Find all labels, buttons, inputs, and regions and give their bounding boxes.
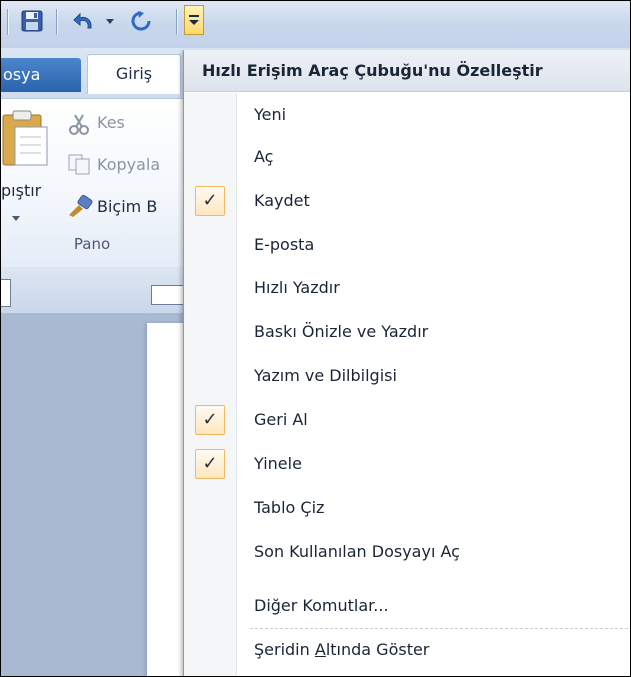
label-text: er Komutlar... — [280, 596, 389, 615]
menu-item-save[interactable]: ✓ Kaydet — [184, 181, 630, 221]
title-bar — [1, 1, 630, 48]
paste-label[interactable]: pıştır — [1, 181, 41, 200]
undo-dropdown-icon[interactable] — [102, 6, 118, 36]
menu-item-open-recent[interactable]: Son Kullanılan Dosyayı Aç — [184, 532, 630, 572]
menu-item-label: Yazım ve Dilbilgisi — [254, 366, 397, 385]
menu-item-label: Yeni — [254, 105, 287, 124]
menu-item-open[interactable]: Aç — [184, 137, 630, 177]
customize-qat-button[interactable] — [184, 5, 204, 35]
menu-item-label: Yinele — [254, 454, 302, 473]
tab-file[interactable]: osya — [1, 58, 81, 92]
copy-button[interactable]: Kopyala — [97, 155, 160, 174]
menu-item-label: Son Kullanılan Dosyayı Aç — [254, 542, 460, 561]
menu-item-quick-print[interactable]: Hızlı Yazdır — [184, 268, 630, 308]
paste-icon[interactable] — [1, 109, 51, 169]
menu-item-label: Diğer Komutlar... — [254, 586, 389, 626]
menu-item-redo[interactable]: ✓ Yinele — [184, 444, 630, 484]
paste-dropdown-icon[interactable] — [11, 207, 21, 226]
label-text: Şeridin — [254, 640, 315, 659]
menu-item-show-below-ribbon[interactable]: Şeridin Altında Göster — [184, 630, 630, 670]
customize-qat-icon — [189, 15, 199, 25]
menu-item-new[interactable]: Yeni — [184, 95, 630, 135]
menu-item-label: Tablo Çiz — [254, 498, 325, 517]
label-text: ltında Göster — [325, 640, 430, 659]
qat-separator — [7, 9, 8, 35]
ruler-indent-marker[interactable] — [151, 285, 187, 305]
menu-item-more-commands[interactable]: Diğer Komutlar... — [184, 586, 630, 626]
menu-item-label: Kaydet — [254, 191, 310, 210]
checkmark-icon: ✓ — [195, 405, 225, 435]
menu-item-draw-table[interactable]: Tablo Çiz — [184, 488, 630, 528]
menu-item-label: Geri Al — [254, 410, 308, 429]
menu-item-label: Baskı Önizle ve Yazdır — [254, 322, 429, 341]
undo-icon[interactable] — [69, 6, 99, 36]
menu-item-label: Şeridin Altında Göster — [254, 630, 429, 670]
menu-item-spelling[interactable]: Yazım ve Dilbilgisi — [184, 356, 630, 396]
menu-item-label: Aç — [254, 147, 274, 166]
format-painter-button[interactable]: Biçim B — [97, 197, 157, 216]
redo-icon[interactable] — [121, 6, 161, 36]
ruler-tab-selector[interactable] — [1, 279, 11, 307]
cut-icon — [68, 113, 90, 139]
word-window: osya Giriş pıştır Kes Kopyala Biçim B Pa… — [0, 0, 631, 677]
menu-item-print-preview[interactable]: Baskı Önizle ve Yazdır — [184, 312, 630, 352]
menu-separator — [250, 628, 630, 629]
qat-separator — [56, 9, 57, 35]
checkmark-icon: ✓ — [195, 449, 225, 479]
menu-header: Hızlı Erişim Araç Çubuğu'nu Özelleştir — [184, 50, 630, 92]
menu-item-email[interactable]: E-posta — [184, 225, 630, 265]
cut-button[interactable]: Kes — [97, 113, 125, 132]
tab-home[interactable]: Giriş — [87, 54, 181, 94]
menu-item-label: E-posta — [254, 235, 315, 254]
customize-qat-menu: Hızlı Erişim Araç Çubuğu'nu Özelleştir Y… — [183, 50, 630, 676]
menu-item-label: Hızlı Yazdır — [254, 278, 340, 297]
menu-item-undo[interactable]: ✓ Geri Al — [184, 400, 630, 440]
copy-icon — [67, 153, 91, 179]
group-label-clipboard: Pano — [73, 235, 111, 253]
accelerator-key: A — [314, 640, 326, 659]
accelerator-key: ğ — [270, 596, 281, 615]
format-painter-icon — [67, 194, 93, 221]
save-icon[interactable] — [17, 6, 47, 36]
qat-separator — [176, 9, 177, 35]
checkmark-icon: ✓ — [195, 186, 225, 216]
label-text: Di — [254, 596, 271, 615]
